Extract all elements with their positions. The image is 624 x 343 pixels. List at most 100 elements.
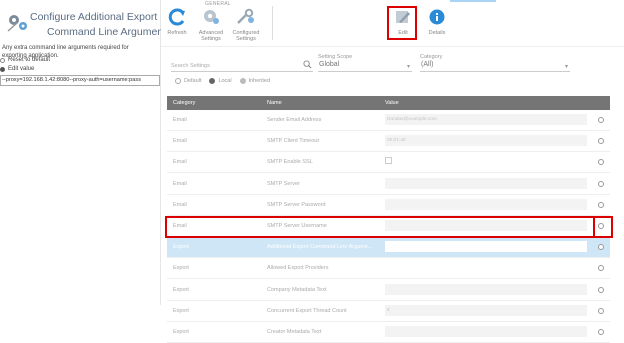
- cell-name: SMTP Server Password: [267, 201, 326, 208]
- cell-name: Creator Metadata Text: [267, 329, 322, 335]
- cell-name: SMTP Enable SSL: [267, 159, 313, 166]
- cell-value-field[interactable]: [385, 283, 587, 295]
- cell-category: Email: [173, 201, 187, 208]
- advanced-label-2: Settings: [201, 36, 221, 42]
- scope-radio-group: Default Local Inherited: [175, 78, 270, 84]
- table-row[interactable]: Export Allowed Export Providers: [167, 258, 610, 280]
- radio-local[interactable]: Local: [209, 78, 232, 84]
- header-value[interactable]: Value: [385, 100, 399, 106]
- panel-title-line2: Command Line Arguments: [47, 26, 172, 38]
- cell-category: Export: [173, 307, 189, 314]
- row-radio[interactable]: [598, 180, 604, 187]
- row-radio[interactable]: [598, 329, 604, 335]
- row-radio[interactable]: [598, 159, 604, 166]
- cell-category: Export: [173, 244, 189, 251]
- radio-inherited-circle[interactable]: [239, 78, 246, 84]
- table-row[interactable]: Email SMTP Client Timeout 00:01:40: [167, 131, 610, 153]
- edit-radio[interactable]: [0, 66, 5, 72]
- cell-category: Email: [173, 138, 187, 145]
- cell-category: Export: [173, 265, 189, 272]
- table-row[interactable]: Export Concurrent Export Thread Count 5: [167, 301, 610, 322]
- toolbar-divider: [272, 6, 273, 40]
- header-category[interactable]: Category: [173, 100, 195, 106]
- table-row[interactable]: Email Sender Email Address Dundas@example.…: [167, 110, 610, 131]
- reset-label: Reset to default: [8, 57, 51, 63]
- category-select[interactable]: (All) ▾: [420, 60, 570, 72]
- header-name[interactable]: Name: [267, 100, 282, 106]
- cell-name: Company Metadata Text: [267, 286, 327, 293]
- left-panel: Configure Additional Export Command Line…: [0, 0, 171, 305]
- edit-value-option[interactable]: Edit value: [0, 66, 34, 72]
- row-radio[interactable]: [598, 265, 604, 272]
- cell-value-field[interactable]: [385, 177, 587, 189]
- selected-row-radio-highlight: [593, 216, 613, 238]
- panel-title-line1: Configure Additional Export: [30, 11, 158, 23]
- cell-name: SMTP Client Timeout: [267, 138, 319, 145]
- table-row[interactable]: Email SMTP Enable SSL: [167, 152, 610, 174]
- row-radio[interactable]: [598, 307, 604, 314]
- radio-inherited[interactable]: Inherited: [239, 78, 270, 84]
- active-tab-indicator: [450, 0, 496, 2]
- chevron-down-icon: ▾: [564, 64, 568, 70]
- radio-default-circle[interactable]: [175, 78, 181, 84]
- cell-value-field[interactable]: [385, 198, 587, 210]
- table-row[interactable]: Export Creator Metadata Text: [167, 322, 610, 343]
- cell-category: Export: [173, 286, 189, 293]
- row-radio[interactable]: [598, 244, 604, 251]
- reset-default-option[interactable]: Reset to default: [0, 57, 50, 63]
- cell-category: Export: [173, 329, 189, 335]
- radio-default-label: Default: [184, 78, 202, 84]
- radio-local-circle[interactable]: [209, 78, 216, 84]
- refresh-button[interactable]: Refresh: [161, 8, 193, 42]
- table-row[interactable]: Export Company Metadata Text: [167, 280, 610, 301]
- cell-category: Email: [173, 159, 187, 166]
- panel-header: Configure Additional Export Command Line…: [2, 10, 171, 44]
- row-radio[interactable]: [598, 286, 604, 293]
- table-row[interactable]: Email SMTP Server: [167, 174, 610, 195]
- search-input[interactable]: Search Settings: [171, 60, 313, 72]
- edit-highlight-box: [387, 6, 417, 40]
- category-value: (All): [421, 61, 434, 68]
- cell-value-field[interactable]: Dundas@example.com: [385, 114, 587, 125]
- row-radio[interactable]: [598, 201, 604, 208]
- cell-value-checkbox[interactable]: [385, 157, 392, 165]
- details-button[interactable]: Details: [421, 8, 453, 42]
- cell-name: Sender Email Address: [267, 117, 322, 123]
- cell-value-field[interactable]: [385, 326, 587, 337]
- chevron-down-icon: ▾: [406, 64, 410, 70]
- advanced-settings-button[interactable]: Advanced Settings: [195, 8, 227, 42]
- cell-name: Allowed Export Providers: [267, 265, 329, 272]
- radio-local-label: Local: [218, 78, 232, 84]
- table-row[interactable]: Export Additional Export Command Line Arg…: [167, 237, 610, 259]
- scope-select[interactable]: Global ▾: [318, 60, 412, 72]
- configured-label-2: Settings: [236, 36, 256, 42]
- table-header: Category Name Value: [167, 96, 610, 110]
- details-label: Details: [428, 30, 446, 36]
- reset-radio[interactable]: [0, 57, 5, 63]
- radio-inherited-label: Inherited: [248, 78, 270, 84]
- search-placeholder: Search Settings: [171, 63, 210, 69]
- toolbar-group-label: GENERAL: [205, 1, 231, 7]
- cell-name: Concurrent Export Thread Count: [267, 307, 347, 314]
- toolbar: GENERAL Refresh Advanced Settings Config…: [161, 0, 624, 47]
- gear-icon: [204, 10, 219, 24]
- table-row[interactable]: Email SMTP Server Password: [167, 195, 610, 216]
- settings-gears-icon: [7, 15, 27, 32]
- radio-default[interactable]: Default: [175, 78, 201, 84]
- row-radio[interactable]: [598, 138, 604, 145]
- refresh-icon: [168, 8, 185, 26]
- configured-settings-icon: [237, 8, 254, 24]
- info-icon: [429, 9, 445, 25]
- selected-row-highlight: [165, 216, 613, 238]
- row-radio[interactable]: [598, 117, 604, 123]
- cell-value-field[interactable]: [385, 241, 587, 253]
- command-line-input[interactable]: --proxy=192.168.1.42:8080--proxy-auth=us…: [0, 75, 160, 86]
- cell-value-field[interactable]: 5: [385, 304, 587, 316]
- refresh-label: Refresh: [167, 30, 187, 36]
- cell-name: Additional Export Command Line Argume...: [267, 244, 373, 251]
- scope-value: Global: [319, 61, 340, 68]
- cell-value-field[interactable]: 00:01:40: [385, 135, 587, 147]
- edit-label: Edit value: [8, 66, 35, 72]
- configured-settings-button[interactable]: Configured Settings: [230, 8, 262, 42]
- cell-category: Email: [173, 180, 187, 187]
